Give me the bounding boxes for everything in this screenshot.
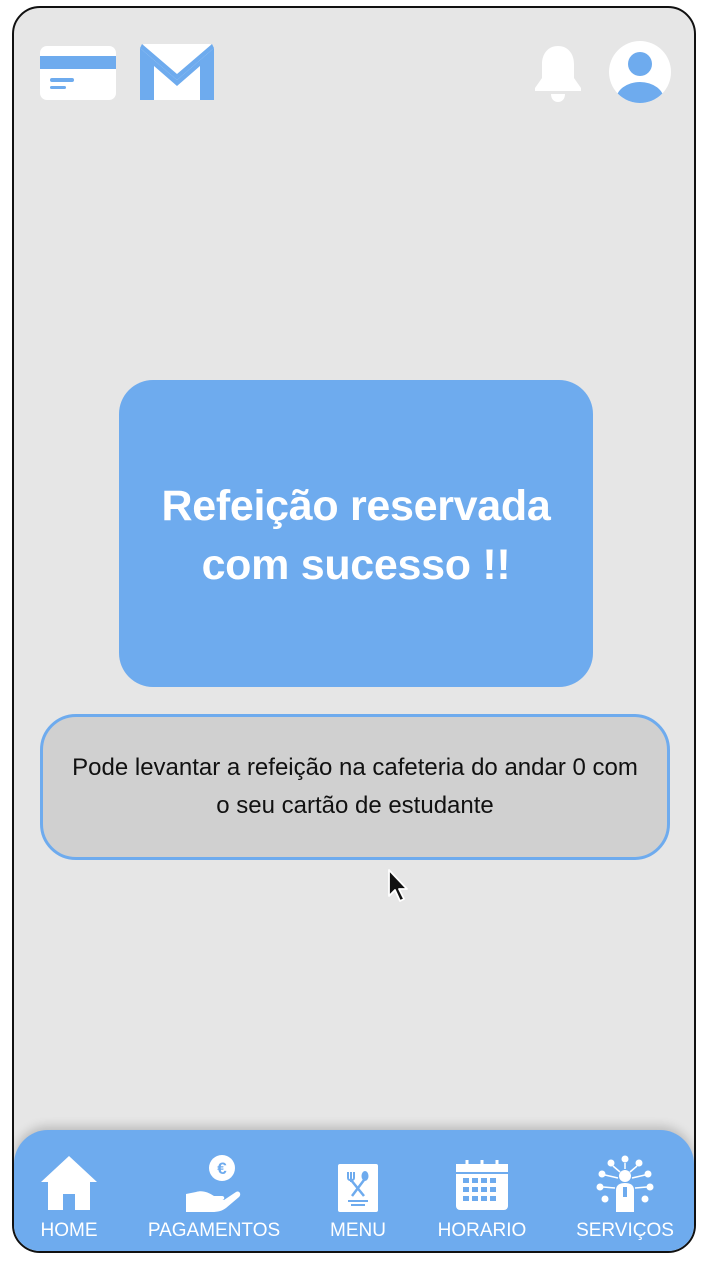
nav-label-horario: HORARIO — [437, 1220, 527, 1241]
success-card: Refeição reservada com sucesso !! — [119, 380, 593, 687]
nav-item-horario[interactable]: HORARIO — [432, 1130, 532, 1251]
bottom-nav: HOME € PAGAMENTOS MENU HORARIO SERVIÇOS — [14, 1130, 694, 1251]
top-bar — [14, 8, 694, 118]
phone-frame: Refeição reservada com sucesso !! Pode l… — [12, 6, 696, 1253]
bell-icon[interactable] — [532, 44, 584, 102]
nav-label-pagamentos: PAGAMENTOS — [147, 1220, 281, 1241]
avatar-icon[interactable] — [608, 40, 672, 104]
menu-icon — [338, 1164, 378, 1212]
svg-text:€: € — [217, 1159, 227, 1178]
calendar-icon — [456, 1160, 508, 1210]
info-box: Pode levantar a refeição na cafeteria do… — [40, 714, 670, 860]
nav-item-pagamentos[interactable]: € PAGAMENTOS — [142, 1130, 286, 1251]
nav-label-home: HOME — [40, 1220, 98, 1241]
card-icon[interactable] — [40, 46, 116, 100]
success-message: Refeição reservada com sucesso !! — [161, 481, 551, 589]
mail-icon[interactable] — [140, 44, 214, 100]
mouse-pointer-icon — [387, 868, 411, 904]
nav-item-home[interactable]: HOME — [24, 1130, 114, 1251]
nav-label-menu: MENU — [330, 1220, 386, 1241]
services-icon — [596, 1155, 654, 1212]
home-icon — [41, 1156, 97, 1210]
info-message: Pode levantar a refeição na cafeteria do… — [72, 754, 638, 819]
nav-item-servicos[interactable]: SERVIÇOS — [570, 1130, 680, 1251]
nav-item-menu[interactable]: MENU — [318, 1130, 398, 1251]
nav-label-servicos: SERVIÇOS — [576, 1220, 674, 1241]
payment-icon: € — [186, 1155, 241, 1212]
